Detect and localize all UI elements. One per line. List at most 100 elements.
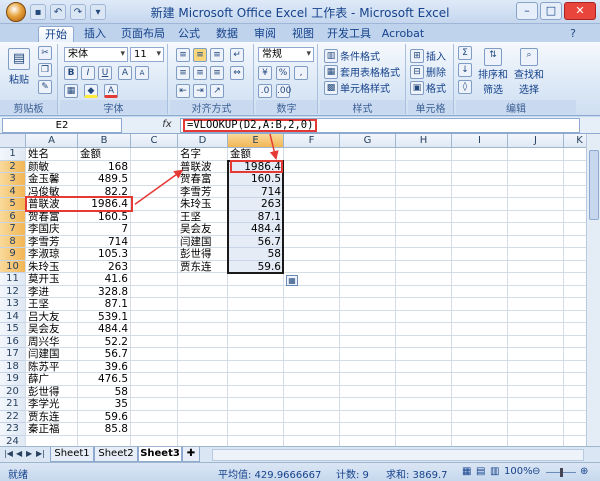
cell-name[interactable]: 贺春富 <box>26 211 77 223</box>
cell-amount[interactable]: 168 <box>78 161 130 173</box>
indent-decrease-button[interactable]: ⇤ <box>176 84 190 98</box>
orientation-button[interactable]: ↗ <box>210 84 224 98</box>
zoom-out-icon[interactable]: ⊖ <box>532 466 540 477</box>
align-center-button[interactable]: ≡ <box>193 66 207 80</box>
font-name-combo[interactable]: 宋体 <box>64 47 128 62</box>
currency-button[interactable]: ¥ <box>258 66 272 80</box>
cell-lookup-name[interactable]: 贺春富 <box>178 173 227 185</box>
cell-lookup-name[interactable]: 李雪芳 <box>178 186 227 198</box>
cell-amount[interactable]: 489.5 <box>78 173 130 185</box>
cell-lookup-name[interactable]: 贾东连 <box>178 261 227 273</box>
column-header-h[interactable]: H <box>396 134 452 148</box>
cell-lookup-name[interactable]: 吴会友 <box>178 223 227 235</box>
row-header[interactable]: 18 <box>0 360 26 373</box>
cell-name[interactable]: 贾东连 <box>26 411 77 423</box>
font-size-combo[interactable]: 11 <box>130 47 164 62</box>
cell-lookup-name[interactable]: 普联波 <box>178 161 227 173</box>
row-header[interactable]: 14 <box>0 310 26 323</box>
comma-button[interactable]: , <box>294 66 308 80</box>
column-header-i[interactable]: I <box>452 134 508 148</box>
cell-name[interactable]: 王坚 <box>26 298 77 310</box>
worksheet[interactable]: A B C D E F G H I J K 1 2 3 4 5 6 7 8 9 10 11 12 13 14 15 16 17 18 19… <box>0 134 586 446</box>
cell-name[interactable]: 李国庆 <box>26 223 77 235</box>
row-header[interactable]: 8 <box>0 235 26 248</box>
paste-button[interactable]: ▤ 粘贴 <box>8 48 30 86</box>
format-cells-button[interactable]: ▣ 格式 <box>410 80 446 95</box>
autofill-options-icon[interactable]: ▦ <box>286 275 298 286</box>
underline-button[interactable]: U <box>98 66 112 80</box>
horizontal-scrollbar[interactable] <box>212 449 584 461</box>
cell-amount[interactable]: 59.6 <box>78 411 130 423</box>
cell-amount[interactable]: 41.6 <box>78 273 130 285</box>
column-header-d[interactable]: D <box>178 134 228 148</box>
cell-amount[interactable]: 85.8 <box>78 423 130 435</box>
column-header-c[interactable]: C <box>131 134 178 148</box>
fill-color-button[interactable]: ◆ <box>84 84 98 98</box>
cell-name[interactable]: 李雪芳 <box>26 236 77 248</box>
column-header-e[interactable]: E <box>228 134 284 148</box>
row-header[interactable]: 19 <box>0 373 26 386</box>
cell-name[interactable]: 彭世得 <box>26 386 77 398</box>
row-header[interactable]: 22 <box>0 410 26 423</box>
cell-amount[interactable]: 484.4 <box>78 323 130 335</box>
cell-amount[interactable]: 714 <box>78 236 130 248</box>
cell-name[interactable]: 朱玲玉 <box>26 261 77 273</box>
zoom-slider-thumb[interactable] <box>560 468 563 477</box>
row-header[interactable]: 12 <box>0 285 26 298</box>
conditional-format-button[interactable]: ▥ 条件格式 <box>324 48 380 63</box>
cell-lookup-name[interactable]: 名字 <box>178 148 227 160</box>
maximize-button[interactable]: □ <box>540 2 562 20</box>
fx-button[interactable]: fx <box>157 118 177 133</box>
cell-amount[interactable]: 52.2 <box>78 336 130 348</box>
font-color-button[interactable]: A <box>104 84 118 98</box>
cell-name[interactable]: 周兴华 <box>26 336 77 348</box>
cell-name[interactable]: 普联波 <box>26 198 77 210</box>
column-header-f[interactable]: F <box>284 134 340 148</box>
insert-cells-button[interactable]: ⊞ 插入 <box>410 48 446 63</box>
cell-name[interactable]: 冯俊敏 <box>26 186 77 198</box>
cell-lookup-name[interactable]: 王坚 <box>178 211 227 223</box>
row-header[interactable]: 4 <box>0 185 26 198</box>
column-header-g[interactable]: G <box>340 134 396 148</box>
row-header[interactable]: 21 <box>0 398 26 411</box>
new-sheet-icon[interactable]: ✚ <box>182 447 200 462</box>
cell-name[interactable]: 姓名 <box>26 148 77 160</box>
cell-name[interactable]: 秦正福 <box>26 423 77 435</box>
cell-name[interactable]: 金玉馨 <box>26 173 77 185</box>
cell-name[interactable]: 陈苏平 <box>26 361 77 373</box>
cell-lookup-result[interactable]: 484.4 <box>228 223 283 235</box>
cell-lookup-result[interactable]: 1986.4 <box>228 161 283 173</box>
column-header-j[interactable]: J <box>508 134 564 148</box>
cell-amount[interactable]: 35 <box>78 398 130 410</box>
fill-button[interactable]: ↓ <box>458 63 472 77</box>
column-header-a[interactable]: A <box>26 134 78 148</box>
row-header[interactable]: 16 <box>0 335 26 348</box>
cell-lookup-name[interactable]: 闫建国 <box>178 236 227 248</box>
help-icon[interactable]: ? <box>566 26 580 42</box>
minimize-button[interactable]: – <box>516 2 538 20</box>
align-bottom-button[interactable]: ≡ <box>210 48 224 62</box>
cell-name[interactable]: 吕大友 <box>26 311 77 323</box>
cut-button[interactable]: ✂ <box>38 46 52 60</box>
cell-lookup-result[interactable]: 714 <box>228 186 283 198</box>
row-header[interactable]: 17 <box>0 348 26 361</box>
cell-lookup-result[interactable]: 87.1 <box>228 211 283 223</box>
italic-button[interactable]: I <box>81 66 95 80</box>
tab-review[interactable]: 审阅 <box>250 26 280 42</box>
cell-lookup-result[interactable]: 263 <box>228 198 283 210</box>
page-break-icon[interactable]: ▥ <box>490 466 499 477</box>
tab-page-layout[interactable]: 页面布局 <box>118 26 168 42</box>
decrease-decimal-button[interactable]: .00 <box>276 84 291 98</box>
grow-font-button[interactable]: A <box>118 66 132 80</box>
last-sheet-icon[interactable]: ▶| <box>36 449 45 458</box>
cell-lookup-name[interactable]: 朱玲玉 <box>178 198 227 210</box>
bold-button[interactable]: B <box>64 66 78 80</box>
cell-amount[interactable]: 56.7 <box>78 348 130 360</box>
tab-data[interactable]: 数据 <box>212 26 242 42</box>
sheet-tab-2[interactable]: Sheet2 <box>94 447 138 462</box>
indent-increase-button[interactable]: ⇥ <box>193 84 207 98</box>
cell-amount[interactable]: 39.6 <box>78 361 130 373</box>
row-header[interactable]: 24 <box>0 435 26 446</box>
next-sheet-icon[interactable]: ▶ <box>26 449 32 458</box>
number-format-combo[interactable]: 常规 <box>258 47 314 62</box>
